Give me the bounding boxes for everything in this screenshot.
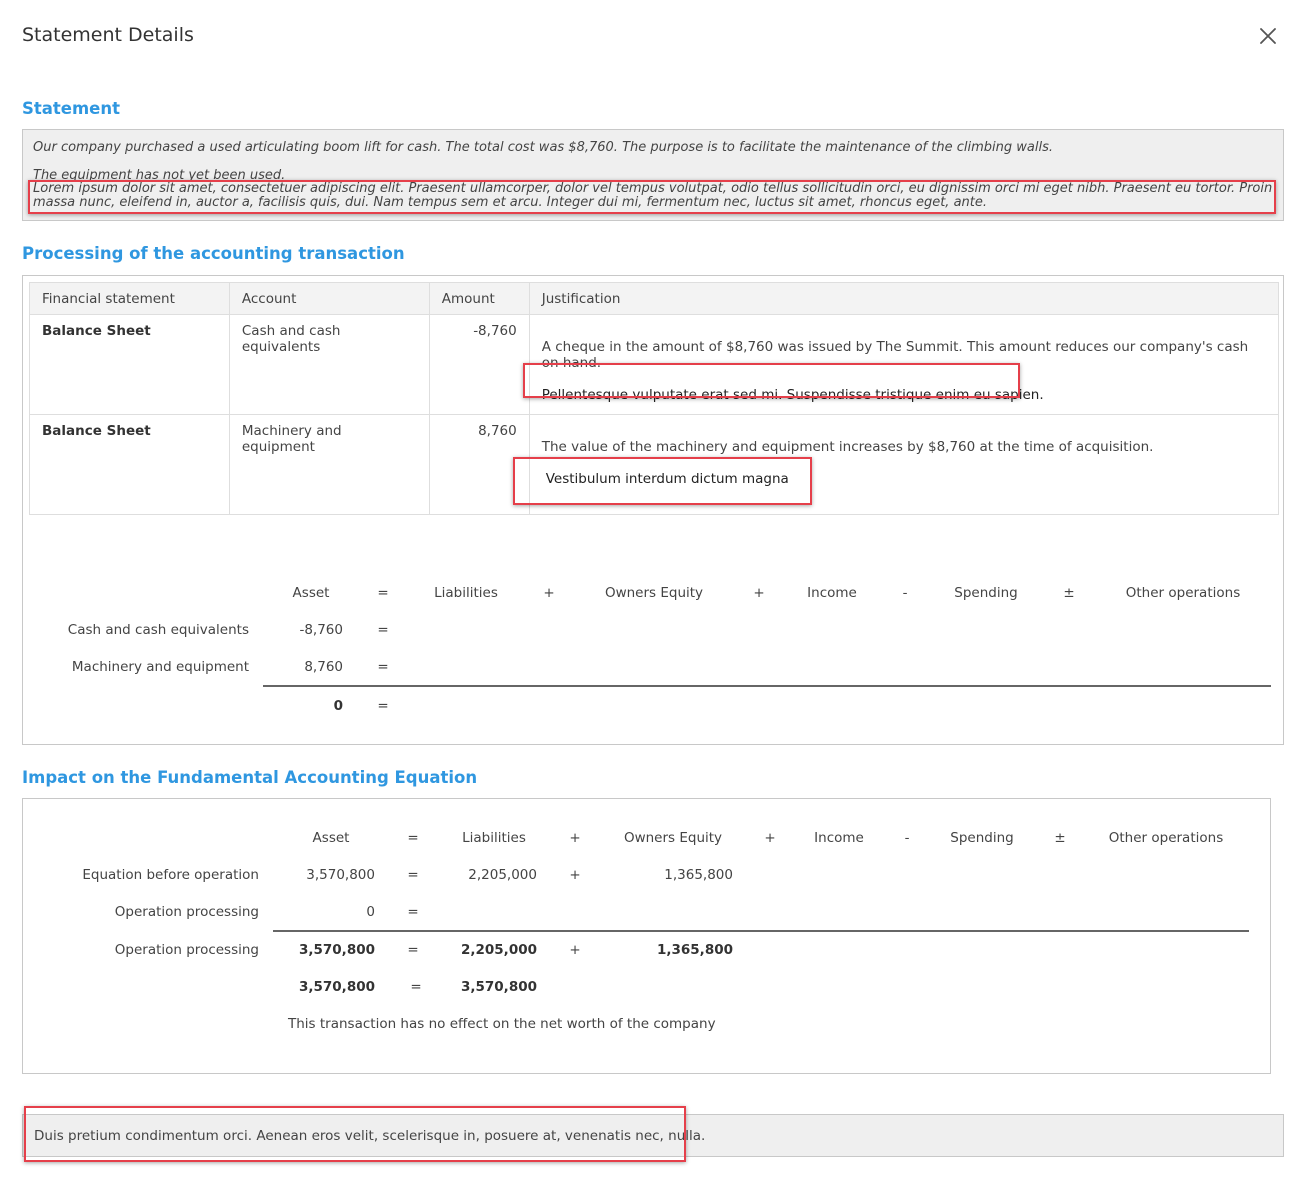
modal-title: Statement Details (22, 24, 194, 46)
header-equals: = (407, 830, 419, 846)
asset-value: 3,570,800 (306, 867, 375, 883)
asset-value: -8,760 (299, 622, 343, 638)
asset-total: 3,570,800 (298, 942, 375, 958)
row-label: Operation processing (114, 942, 259, 958)
plus-sign: + (569, 942, 581, 958)
processing-heading: Processing of the accounting transaction (22, 244, 405, 263)
close-button[interactable] (1256, 24, 1280, 48)
header-plus-minus: ± (1054, 830, 1066, 846)
impact-panel: Asset = Liabilities + Owners Equity + In… (22, 798, 1271, 1074)
asset-value: 8,760 (304, 659, 343, 675)
header-income: Income (807, 585, 857, 601)
header-spending: Spending (950, 830, 1014, 846)
owners-equity-total: 1,365,800 (656, 942, 733, 958)
equals-sign: = (377, 622, 389, 638)
equals-sign: = (377, 698, 389, 714)
header-plus: + (569, 830, 581, 846)
impact-heading: Impact on the Fundamental Accounting Equ… (22, 768, 478, 787)
row-label: Equation before operation (82, 867, 259, 883)
equals-sign: = (407, 942, 419, 958)
footer-note-box: Duis pretium condimentum orci. Aenean er… (22, 1114, 1284, 1157)
statement-text: Our company purchased a used articulatin… (33, 140, 1053, 155)
impact-equation: Asset = Liabilities + Owners Equity + In… (23, 799, 1272, 1075)
header-plus: + (753, 585, 765, 601)
header-plus: + (764, 830, 776, 846)
header-liabilities: Liabilities (462, 830, 526, 846)
asset-total: 0 (333, 698, 343, 714)
header-asset: Asset (292, 585, 330, 601)
processing-panel: Financial statement Account Amount Justi… (22, 275, 1284, 745)
header-other-operations: Other operations (1108, 830, 1224, 846)
header-minus: - (904, 830, 910, 846)
total-divider (273, 930, 1249, 932)
header-plus-minus: ± (1063, 585, 1075, 601)
processing-equation: Asset = Liabilities + Owners Equity + In… (23, 276, 1285, 746)
header-liabilities: Liabilities (434, 585, 498, 601)
header-asset: Asset (312, 830, 350, 846)
net-worth-summary: 3,570,800 (460, 979, 537, 995)
equals-sign: = (407, 867, 419, 883)
statement-heading: Statement (22, 99, 121, 118)
equals-sign: = (407, 904, 419, 920)
close-icon (1260, 28, 1276, 44)
header-minus: - (902, 585, 908, 601)
row-label: Cash and cash equivalents (67, 622, 249, 638)
total-divider (263, 685, 1271, 687)
statement-box: Our company purchased a used articulatin… (22, 129, 1284, 221)
header-equals: = (377, 585, 389, 601)
impact-message: This transaction has no effect on the ne… (288, 1016, 716, 1032)
header-owners-equity: Owners Equity (604, 585, 704, 601)
footer-note: Duis pretium condimentum orci. Aenean er… (34, 1128, 706, 1144)
liabilities-value: 2,205,000 (468, 867, 537, 883)
header-spending: Spending (954, 585, 1018, 601)
plus-sign: + (569, 867, 581, 883)
row-label: Machinery and equipment (71, 659, 249, 675)
statement-lorem: Lorem ipsum dolor sit amet, consectetuer… (33, 181, 1273, 210)
header-other-operations: Other operations (1125, 585, 1241, 601)
header-plus: + (543, 585, 555, 601)
header-income: Income (814, 830, 864, 846)
liabilities-total: 2,205,000 (460, 942, 537, 958)
row-label: Operation processing (114, 904, 259, 920)
equals-sign: = (377, 659, 389, 675)
asset-value: 0 (366, 904, 375, 920)
owners-equity-value: 1,365,800 (664, 867, 733, 883)
header-owners-equity: Owners Equity (623, 830, 723, 846)
asset-summary: 3,570,800 (298, 979, 375, 995)
equals-sign: = (410, 979, 422, 995)
